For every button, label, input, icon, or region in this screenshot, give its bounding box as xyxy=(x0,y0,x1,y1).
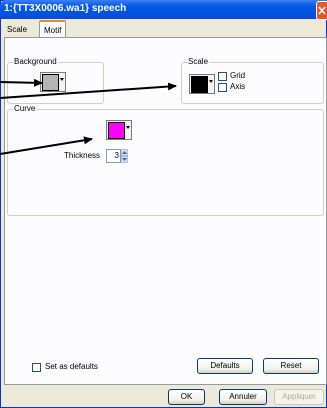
grid-label: Grid xyxy=(230,71,246,80)
cancel-button[interactable]: Annuler xyxy=(219,389,267,405)
ok-button[interactable]: OK xyxy=(168,389,205,405)
chevron-down-icon xyxy=(209,80,213,83)
axis-label: Axis xyxy=(230,82,246,91)
spin-up-icon[interactable] xyxy=(121,149,128,156)
scale-color-swatch xyxy=(191,76,208,93)
thickness-stepper[interactable] xyxy=(121,149,128,163)
background-group: Background xyxy=(7,57,104,104)
curve-group-legend: Curve xyxy=(13,104,37,114)
thickness-label: Thickness xyxy=(64,151,101,160)
background-color-picker[interactable] xyxy=(40,72,66,92)
thickness-input[interactable]: 3 xyxy=(106,149,121,163)
chevron-down-icon xyxy=(126,126,130,129)
reset-button[interactable]: Reset xyxy=(263,358,319,374)
tab-scale[interactable]: Scale xyxy=(3,23,31,37)
apply-button[interactable]: Appliquer xyxy=(274,389,324,405)
scale-group: Scale Grid Axis xyxy=(181,57,324,104)
background-group-legend: Background xyxy=(13,57,58,67)
curve-group: Curve Thickness 3 xyxy=(7,104,324,216)
curve-color-picker[interactable] xyxy=(106,120,132,140)
window-title: 1:{TT3X0006.wa1} speech xyxy=(4,3,127,14)
grid-checkbox[interactable] xyxy=(218,72,227,81)
title-bar[interactable]: 1:{TT3X0006.wa1} speech xyxy=(0,0,327,20)
scale-color-picker[interactable] xyxy=(189,74,215,94)
set-as-defaults-checkbox[interactable] xyxy=(32,363,41,372)
chevron-down-icon xyxy=(60,78,64,81)
set-as-defaults-label: Set as defaults xyxy=(45,362,98,371)
defaults-button[interactable]: Defaults xyxy=(197,358,253,374)
close-icon xyxy=(318,6,326,15)
curve-color-swatch xyxy=(108,122,125,139)
spin-down-icon[interactable] xyxy=(121,156,128,163)
axis-checkbox[interactable] xyxy=(218,83,227,92)
tab-panel-motif: Background Scale Grid Axis Curve Thickne… xyxy=(4,37,327,385)
scale-group-legend: Scale xyxy=(187,57,210,67)
dialog-window: 1:{TT3X0006.wa1} speech Scale Motif Back… xyxy=(0,0,327,408)
background-color-swatch xyxy=(42,74,59,91)
close-button[interactable] xyxy=(316,1,327,20)
